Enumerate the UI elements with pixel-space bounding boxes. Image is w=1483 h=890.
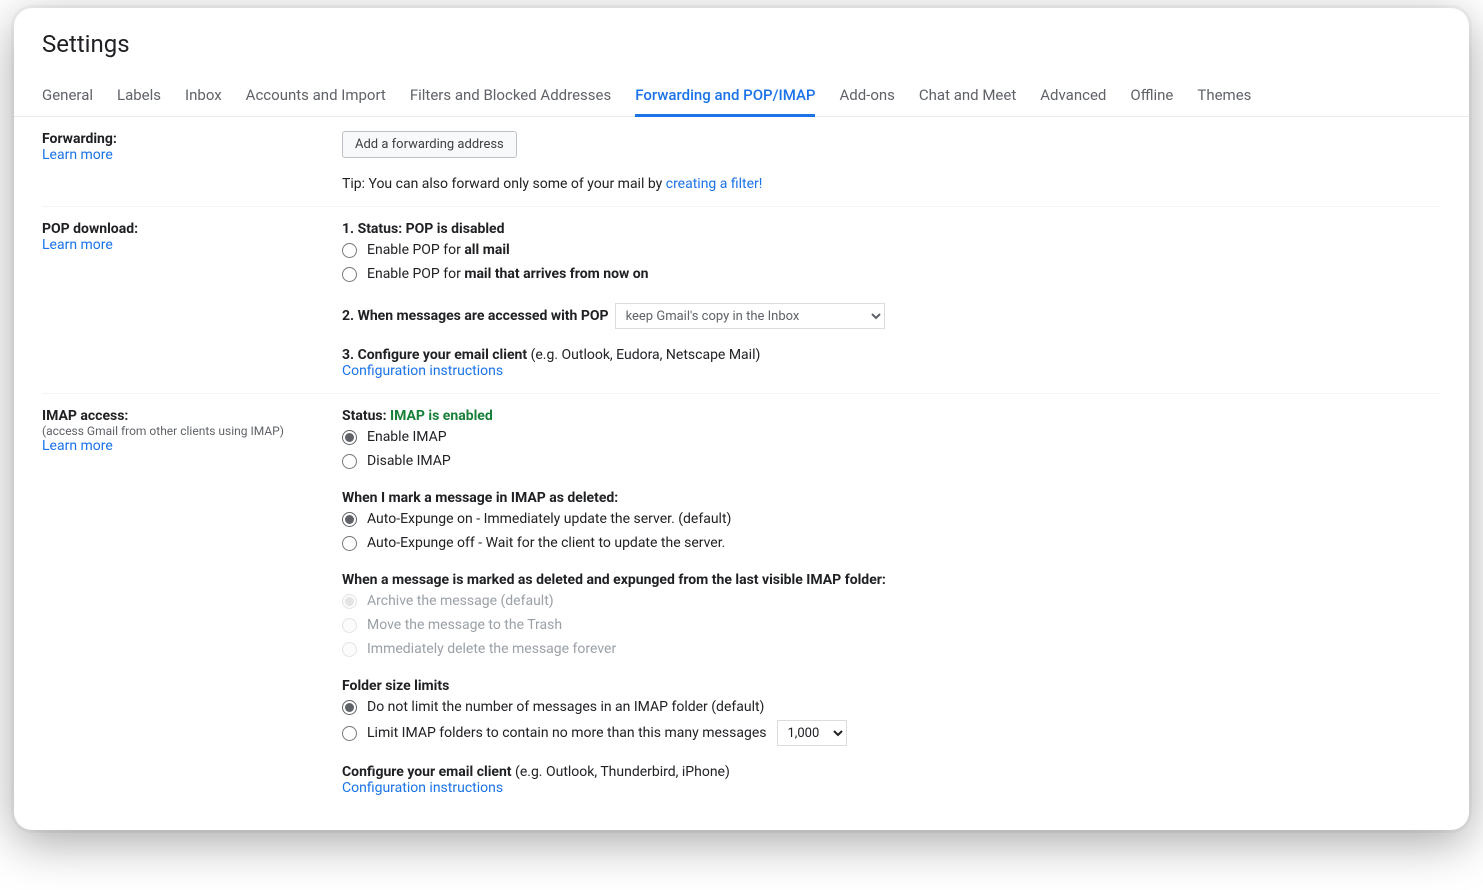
forwarding-heading: Forwarding: — [42, 131, 342, 147]
tab-general[interactable]: General — [42, 78, 93, 117]
imap-subnote: (access Gmail from other clients using I… — [42, 424, 342, 438]
pop-status-value: POP is disabled — [406, 221, 505, 237]
imap-disable-row[interactable]: Disable IMAP — [342, 450, 1441, 472]
add-forwarding-address-button[interactable]: Add a forwarding address — [342, 131, 517, 158]
imap-status-value: IMAP is enabled — [390, 408, 493, 424]
imap-exp-trash-radio — [342, 618, 357, 633]
imap-autoexpunge-on-label: Auto-Expunge on - Immediately update the… — [367, 508, 731, 530]
pop-opt1-prefix: Enable POP for — [367, 242, 464, 258]
imap-configuration-instructions-link[interactable]: Configuration instructions — [342, 780, 503, 796]
tab-addons[interactable]: Add-ons — [839, 78, 894, 117]
imap-exp-delete-row: Immediately delete the message forever — [342, 638, 1441, 660]
forwarding-learn-more-link[interactable]: Learn more — [42, 147, 113, 163]
imap-configure-label: Configure your email client — [342, 764, 515, 780]
imap-disable-radio[interactable] — [342, 454, 357, 469]
pop-opt1-bold: all mail — [464, 242, 509, 258]
tab-inbox[interactable]: Inbox — [185, 78, 222, 117]
imap-enable-radio[interactable] — [342, 430, 357, 445]
pop-enable-all-mail-radio[interactable] — [342, 243, 357, 258]
forwarding-tip-text: Tip: You can also forward only some of y… — [342, 176, 666, 192]
pop-learn-more-link[interactable]: Learn more — [42, 237, 113, 253]
imap-enable-row[interactable]: Enable IMAP — [342, 426, 1441, 448]
pop-heading: POP download: — [42, 221, 342, 237]
settings-tabs: General Labels Inbox Accounts and Import… — [14, 78, 1469, 117]
tab-labels[interactable]: Labels — [117, 78, 161, 117]
imap-exp-trash-label: Move the message to the Trash — [367, 614, 562, 636]
pop-enable-from-now-radio[interactable] — [342, 267, 357, 282]
imap-folder-limit-radio[interactable] — [342, 726, 357, 741]
imap-folder-heading: Folder size limits — [342, 678, 1441, 694]
tab-forwarding-pop-imap[interactable]: Forwarding and POP/IMAP — [635, 78, 815, 117]
imap-folder-nolimit-radio[interactable] — [342, 700, 357, 715]
imap-autoexpunge-off-label: Auto-Expunge off - Wait for the client t… — [367, 532, 725, 554]
imap-exp-trash-row: Move the message to the Trash — [342, 614, 1441, 636]
imap-folder-limit-label: Limit IMAP folders to contain no more th… — [367, 722, 767, 744]
imap-folder-nolimit-label: Do not limit the number of messages in a… — [367, 696, 764, 718]
imap-status-label: Status: — [342, 408, 390, 424]
imap-enable-label: Enable IMAP — [367, 426, 447, 448]
imap-configure-note: (e.g. Outlook, Thunderbird, iPhone) — [515, 764, 730, 780]
imap-exp-delete-radio — [342, 642, 357, 657]
imap-folder-limit-row[interactable]: Limit IMAP folders to contain no more th… — [342, 720, 1441, 746]
tab-themes[interactable]: Themes — [1197, 78, 1251, 117]
imap-deleted-heading: When I mark a message in IMAP as deleted… — [342, 490, 1441, 506]
pop-opt2-prefix: Enable POP for — [367, 266, 464, 282]
imap-autoexpunge-off-row[interactable]: Auto-Expunge off - Wait for the client t… — [342, 532, 1441, 554]
tab-accounts-import[interactable]: Accounts and Import — [246, 78, 386, 117]
tab-filters-blocked[interactable]: Filters and Blocked Addresses — [410, 78, 611, 117]
imap-exp-archive-label: Archive the message (default) — [367, 590, 554, 612]
section-pop: POP download: Learn more 1. Status: POP … — [42, 207, 1441, 394]
tab-chat-meet[interactable]: Chat and Meet — [919, 78, 1016, 117]
imap-exp-archive-radio — [342, 594, 357, 609]
imap-autoexpunge-off-radio[interactable] — [342, 536, 357, 551]
page-title: Settings — [42, 30, 1441, 58]
tab-offline[interactable]: Offline — [1130, 78, 1173, 117]
pop-enable-all-mail-row[interactable]: Enable POP for all mail — [342, 239, 1441, 261]
section-forwarding: Forwarding: Learn more Add a forwarding … — [42, 117, 1441, 207]
imap-folder-limit-select[interactable]: 1,000 — [777, 720, 847, 746]
section-imap: IMAP access: (access Gmail from other cl… — [42, 394, 1441, 810]
imap-heading: IMAP access: — [42, 408, 342, 424]
pop-when-accessed-label: 2. When messages are accessed with POP — [342, 308, 609, 324]
imap-autoexpunge-on-radio[interactable] — [342, 512, 357, 527]
imap-folder-nolimit-row[interactable]: Do not limit the number of messages in a… — [342, 696, 1441, 718]
pop-configure-label: 3. Configure your email client — [342, 347, 531, 363]
pop-configuration-instructions-link[interactable]: Configuration instructions — [342, 363, 503, 379]
imap-learn-more-link[interactable]: Learn more — [42, 438, 113, 454]
pop-enable-from-now-row[interactable]: Enable POP for mail that arrives from no… — [342, 263, 1441, 285]
imap-disable-label: Disable IMAP — [367, 450, 451, 472]
pop-opt2-bold: mail that arrives from now on — [464, 266, 648, 282]
imap-exp-delete-label: Immediately delete the message forever — [367, 638, 616, 660]
tab-advanced[interactable]: Advanced — [1040, 78, 1106, 117]
forwarding-create-filter-link[interactable]: creating a filter! — [666, 176, 763, 192]
imap-expunged-heading: When a message is marked as deleted and … — [342, 572, 1441, 588]
pop-when-accessed-select[interactable]: keep Gmail's copy in the Inbox — [615, 303, 885, 329]
pop-configure-note: (e.g. Outlook, Eudora, Netscape Mail) — [531, 347, 761, 363]
pop-status-label: 1. Status: — [342, 221, 406, 237]
imap-exp-archive-row: Archive the message (default) — [342, 590, 1441, 612]
imap-autoexpunge-on-row[interactable]: Auto-Expunge on - Immediately update the… — [342, 508, 1441, 530]
